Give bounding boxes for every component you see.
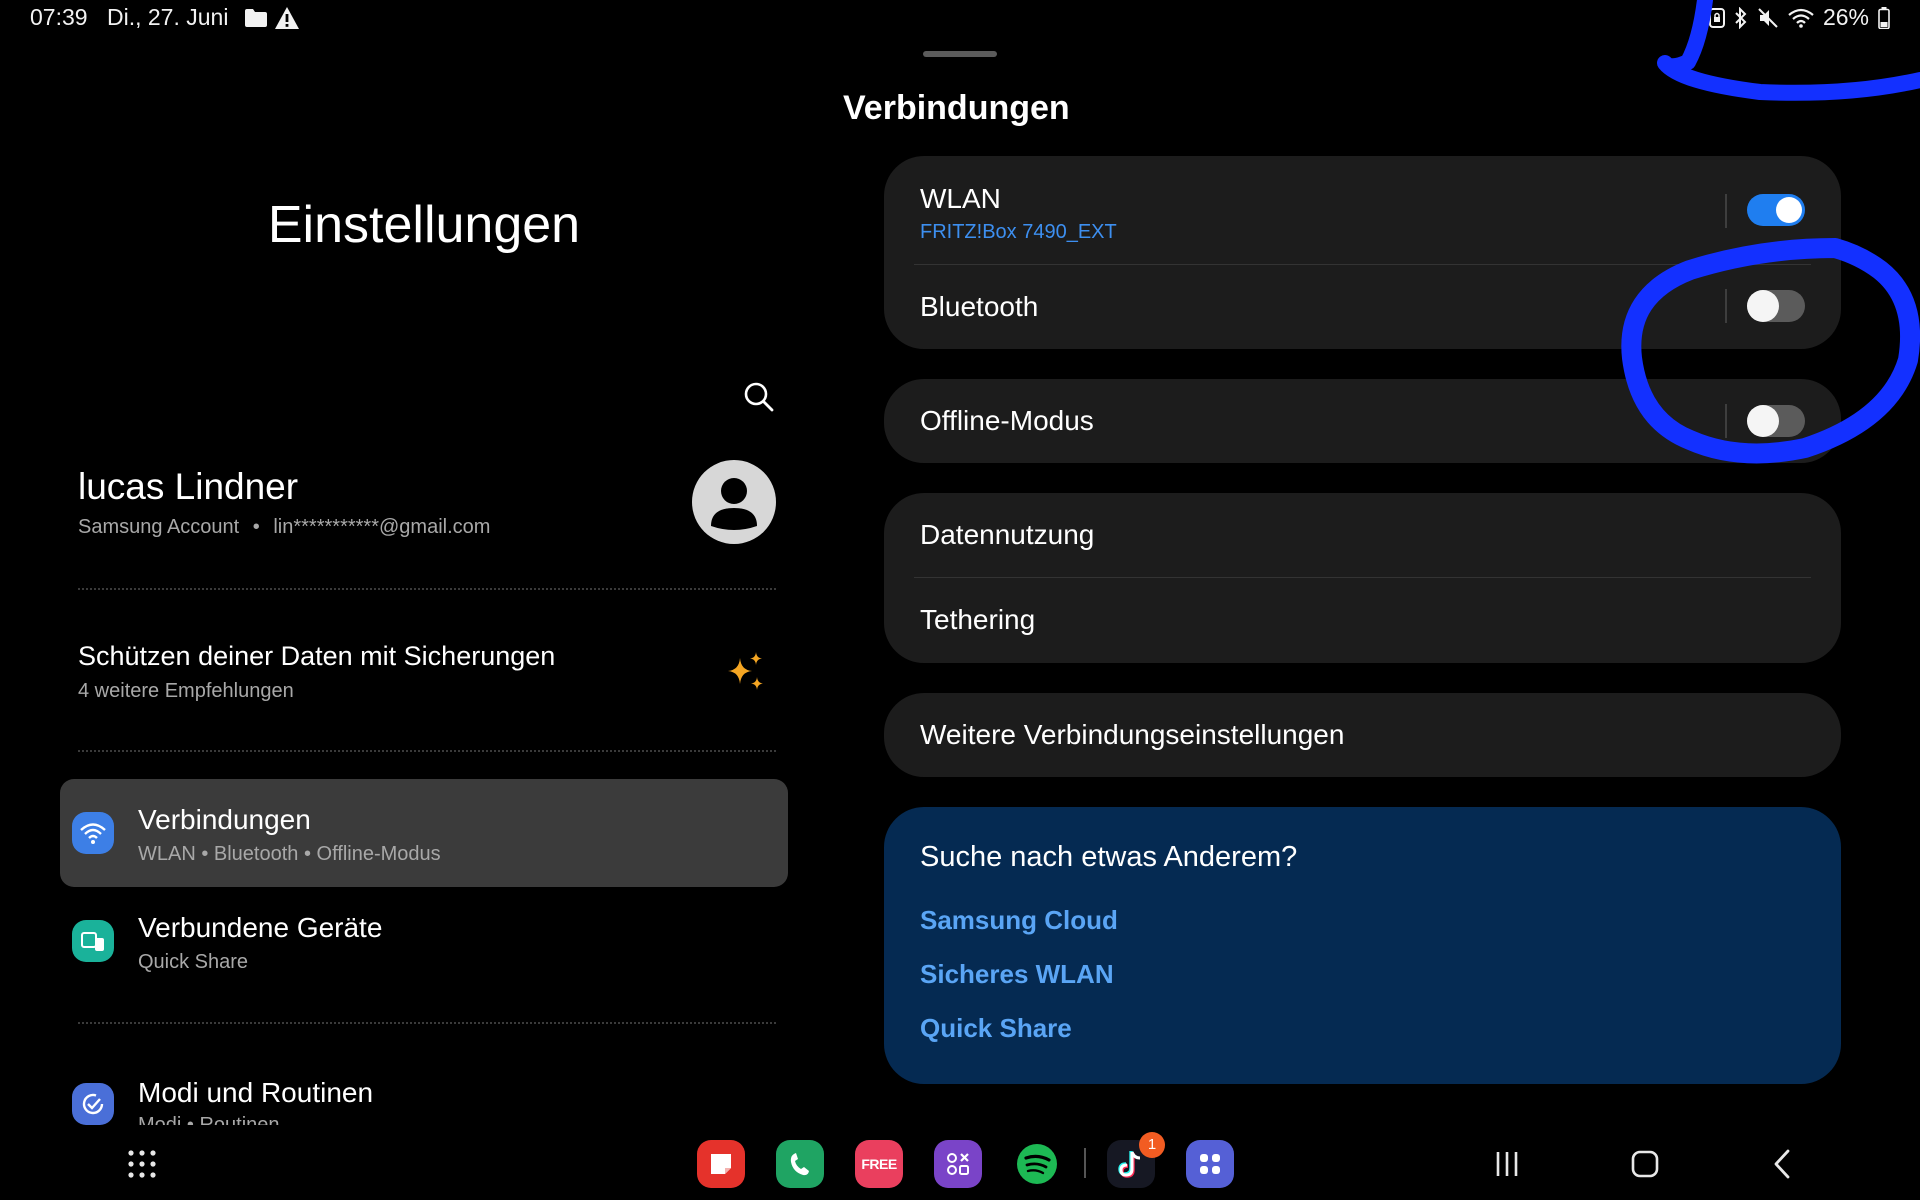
divider: [78, 750, 776, 752]
link-quick-share[interactable]: Quick Share: [920, 1013, 1072, 1044]
menu-item-verbundene-geraete[interactable]: Verbundene Geräte Quick Share: [60, 887, 788, 995]
row-divider: [1725, 194, 1727, 228]
suggestion-card: Suche nach etwas Anderem? Samsung Cloud …: [884, 807, 1841, 1084]
dock-divider: [1084, 1148, 1086, 1178]
row-separator: [914, 264, 1811, 265]
warning-icon: [275, 7, 299, 29]
menu-item-title: Verbindungen: [138, 804, 311, 835]
status-bar: 07:39 Di., 27. Juni 26%: [0, 0, 1920, 36]
section-title: Verbindungen: [843, 89, 1070, 127]
menu-item-subtitle: Quick Share: [138, 951, 249, 973]
bluetooth-row[interactable]: Bluetooth: [920, 291, 1805, 323]
bluetooth-toggle[interactable]: [1747, 290, 1805, 322]
app-drawer-icon[interactable]: [126, 1148, 158, 1180]
wifi-status-icon: [1788, 8, 1814, 28]
divider: [78, 1022, 776, 1024]
avatar[interactable]: [692, 460, 776, 544]
menu-item-title: Modi und Routinen: [138, 1077, 374, 1108]
wireless-card: WLAN FRITZ!Box 7490_EXT Bluetooth: [884, 156, 1841, 349]
bluetooth-status-icon: [1735, 6, 1747, 29]
row-divider: [1725, 289, 1727, 323]
person-icon: [711, 478, 757, 530]
phone-app-icon[interactable]: [776, 1140, 824, 1188]
mute-icon: [1758, 7, 1778, 28]
profile-name[interactable]: lucas Lindner: [78, 466, 298, 508]
wlan-row[interactable]: WLAN FRITZ!Box 7490_EXT: [920, 183, 1805, 244]
page-title: Einstellungen: [267, 196, 581, 254]
status-time: 07:39: [30, 4, 88, 30]
bluetooth-title: Bluetooth: [920, 291, 1039, 322]
menu-item-subtitle: Modi • Routinen: [138, 1114, 280, 1125]
offline-toggle[interactable]: [1747, 405, 1805, 437]
offline-card: Offline-Modus: [884, 379, 1841, 463]
more-settings-row[interactable]: Weitere Verbindungseinstellungen: [920, 719, 1805, 751]
spotify-icon[interactable]: [1013, 1140, 1061, 1188]
sparkle-icon: [728, 652, 763, 690]
wlan-toggle[interactable]: [1747, 194, 1805, 226]
account-label: Samsung Account: [78, 516, 240, 538]
connected-devices-icon: [72, 920, 114, 962]
home-icon[interactable]: [1625, 1146, 1665, 1182]
offline-title: Offline-Modus: [920, 405, 1094, 436]
modes-routines-icon: [72, 1083, 114, 1125]
wlan-title: WLAN: [920, 183, 1001, 214]
data-usage-row[interactable]: Datennutzung: [920, 519, 1805, 551]
status-icons: 26%: [1708, 4, 1890, 31]
battery-percent: 26%: [1822, 4, 1869, 30]
menu-item-subtitle: WLAN • Bluetooth • Offline-Modus: [138, 843, 441, 865]
screen-lock-icon: [1708, 7, 1725, 28]
tiktok-icon[interactable]: 1: [1107, 1132, 1165, 1188]
row-separator: [914, 577, 1811, 578]
wlan-network: FRITZ!Box 7490_EXT: [920, 221, 1117, 243]
data-card: Datennutzung Tethering: [884, 493, 1841, 663]
menu-item-title: Verbundene Geräte: [138, 912, 383, 943]
folder-icon: [245, 9, 267, 27]
status-date: Di., 27. Juni: [107, 4, 229, 30]
drag-handle[interactable]: [923, 51, 997, 57]
free-app-label: FREE: [861, 1156, 897, 1172]
row-divider: [1725, 404, 1727, 438]
wifi-icon: [72, 812, 114, 854]
offline-row[interactable]: Offline-Modus: [920, 405, 1805, 437]
app-folder-icon[interactable]: [1186, 1140, 1234, 1188]
data-usage-title: Datennutzung: [920, 519, 1095, 550]
more-settings-card: Weitere Verbindungseinstellungen: [884, 693, 1841, 777]
tethering-title: Tethering: [920, 604, 1036, 635]
tethering-row[interactable]: Tethering: [920, 604, 1805, 636]
link-samsung-cloud[interactable]: Samsung Cloud: [920, 905, 1118, 936]
free-app-icon[interactable]: FREE: [855, 1140, 903, 1188]
menu-item-modi-routinen[interactable]: Modi und Routinen Modi • Routinen: [60, 1050, 788, 1125]
separator-dot: •: [252, 516, 260, 538]
suggestion-title[interactable]: Schützen deiner Daten mit Sicherungen: [78, 641, 555, 672]
notification-badge: 1: [1139, 1132, 1165, 1158]
recent-apps-icon[interactable]: [1487, 1146, 1527, 1182]
notes-app-icon[interactable]: [697, 1140, 745, 1188]
link-sicheres-wlan[interactable]: Sicheres WLAN: [920, 959, 1114, 990]
game-launcher-icon[interactable]: [934, 1140, 982, 1188]
back-icon[interactable]: [1763, 1146, 1803, 1182]
profile-account-line[interactable]: Samsung Account • lin***********@gmail.c…: [78, 516, 490, 539]
divider: [78, 588, 776, 590]
menu-item-verbindungen[interactable]: Verbindungen WLAN • Bluetooth • Offline-…: [60, 779, 788, 887]
account-email: lin***********@gmail.com: [273, 516, 491, 538]
battery-icon: [1878, 6, 1890, 29]
suggestion-card-title: Suche nach etwas Anderem?: [920, 841, 1298, 873]
more-settings-title: Weitere Verbindungseinstellungen: [920, 719, 1345, 750]
suggestion-subtitle: 4 weitere Empfehlungen: [78, 680, 294, 702]
search-icon[interactable]: [740, 378, 778, 416]
